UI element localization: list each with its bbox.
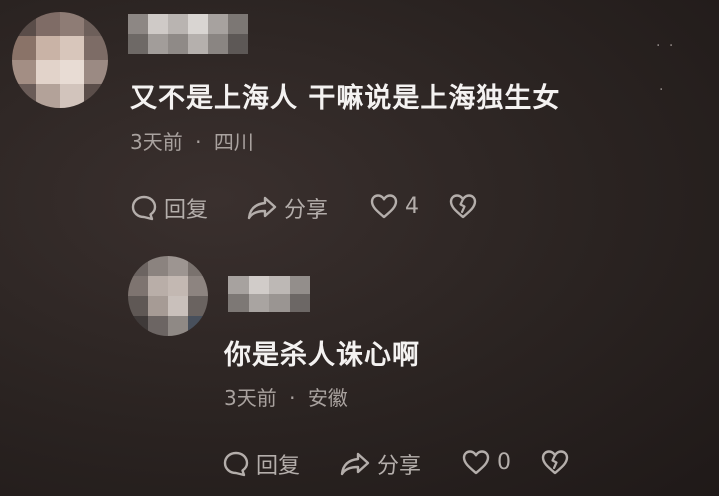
- avatar[interactable]: [128, 256, 208, 336]
- reply-button[interactable]: 回复: [130, 192, 208, 224]
- comment-bubble-icon: [130, 194, 158, 222]
- meta-separator: ·: [195, 130, 202, 154]
- meta-separator: ·: [289, 386, 296, 410]
- reply-label: 回复: [256, 454, 301, 479]
- comment-meta: 3天前 · 四川: [130, 126, 254, 155]
- more-dots-icon[interactable]: ·: [659, 82, 665, 98]
- dislike-button[interactable]: [540, 448, 570, 476]
- avatar[interactable]: [12, 12, 108, 108]
- dislike-button[interactable]: [448, 192, 478, 220]
- comment-location: 四川: [213, 130, 254, 154]
- share-button[interactable]: 分享: [246, 192, 328, 224]
- comment-time: 3天前: [130, 130, 183, 154]
- like-count: 0: [497, 449, 511, 475]
- comment-text: 又不是上海人 干嘛说是上海独生女: [130, 83, 561, 114]
- reply-location: 安徽: [307, 386, 348, 410]
- share-arrow-icon: [246, 194, 278, 222]
- like-count: 4: [405, 193, 419, 219]
- more-dots-icon[interactable]: · ·: [656, 38, 675, 54]
- username[interactable]: [128, 14, 248, 54]
- heart-icon: [369, 192, 399, 220]
- comment-bubble-icon: [222, 450, 250, 478]
- like-button[interactable]: 4: [369, 192, 419, 220]
- reply-text: 你是杀人诛心啊: [224, 340, 420, 371]
- heart-icon: [461, 448, 491, 476]
- share-button[interactable]: 分享: [339, 448, 421, 480]
- like-button[interactable]: 0: [461, 448, 511, 476]
- reply-button[interactable]: 回复: [222, 448, 300, 480]
- broken-heart-icon: [448, 192, 478, 220]
- username[interactable]: [228, 276, 310, 312]
- reply-meta: 3天前 · 安徽: [224, 382, 348, 411]
- share-label: 分享: [377, 454, 422, 479]
- share-label: 分享: [284, 198, 329, 223]
- broken-heart-icon: [540, 448, 570, 476]
- share-arrow-icon: [339, 450, 371, 478]
- reply-time: 3天前: [224, 386, 277, 410]
- reply-label: 回复: [164, 198, 209, 223]
